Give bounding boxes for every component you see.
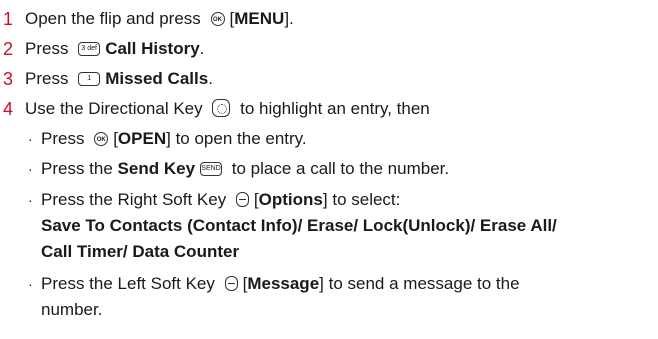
- call-history-label: Call History: [105, 39, 200, 58]
- options-label: Options: [258, 190, 323, 209]
- step-2: 2 Press 3 def Call History.: [3, 34, 658, 64]
- sub-item-text: Press the Right Soft Key [Options] to se…: [41, 190, 557, 261]
- key-1-icon: 1: [78, 71, 101, 86]
- menu-label: MENU: [234, 9, 285, 28]
- bullet: ·: [28, 276, 33, 292]
- send-key-icon: SEND: [200, 161, 223, 176]
- left-soft-key-icon: [224, 276, 238, 292]
- open-label: OPEN: [117, 129, 167, 148]
- ok-key-icon: OK: [210, 11, 225, 26]
- step-3: 3 Press 1 Missed Calls.: [3, 64, 658, 94]
- options-list-line-1: Save To Contacts (Contact Info)/ Erase/ …: [41, 216, 557, 235]
- bullet: ·: [28, 131, 33, 147]
- step-text: Press 3 def Call History.: [25, 39, 205, 58]
- step-1: 1 Open the flip and press OK [MENU].: [3, 4, 658, 34]
- key-3-icon: 3 def: [78, 41, 101, 56]
- sub-item-options: · Press the Right Soft Key [Options] to …: [3, 184, 658, 268]
- sub-item-send: · Press the Send Key SEND to place a call…: [3, 154, 658, 184]
- directional-key-icon: [212, 99, 231, 118]
- instructions-page: 1 Open the flip and press OK [MENU]. 2 Pr…: [0, 0, 658, 339]
- bullet: ·: [28, 192, 33, 208]
- sub-item-message: · Press the Left Soft Key [Message] to s…: [3, 268, 658, 326]
- step-4: 4 Use the Directional Key to highlight a…: [3, 94, 658, 124]
- step-text: Open the flip and press OK [MENU].: [25, 9, 294, 28]
- send-key-label: Send Key: [117, 159, 196, 178]
- missed-calls-label: Missed Calls: [105, 69, 209, 88]
- message-label: Message: [247, 274, 320, 293]
- step-text: Press 1 Missed Calls.: [25, 69, 213, 88]
- sub-item-open: · Press OK [OPEN] to open the entry.: [3, 124, 658, 154]
- options-list-line-2: Call Timer/ Data Counter: [41, 242, 240, 261]
- sub-item-text: Press the Left Soft Key [Message] to sen…: [41, 274, 520, 319]
- step-number: 2: [3, 38, 14, 59]
- step-text: Use the Directional Key to highlight an …: [25, 98, 430, 118]
- right-soft-key-icon: [235, 192, 249, 208]
- sub-item-text: Press the Send Key SEND to place a call t…: [41, 159, 450, 178]
- ok-key-icon: OK: [94, 131, 109, 146]
- step-number: 1: [3, 8, 14, 29]
- sub-item-text: Press OK [OPEN] to open the entry.: [41, 129, 307, 148]
- step-number: 3: [3, 68, 14, 89]
- step-number: 4: [3, 98, 14, 119]
- bullet: ·: [28, 161, 33, 177]
